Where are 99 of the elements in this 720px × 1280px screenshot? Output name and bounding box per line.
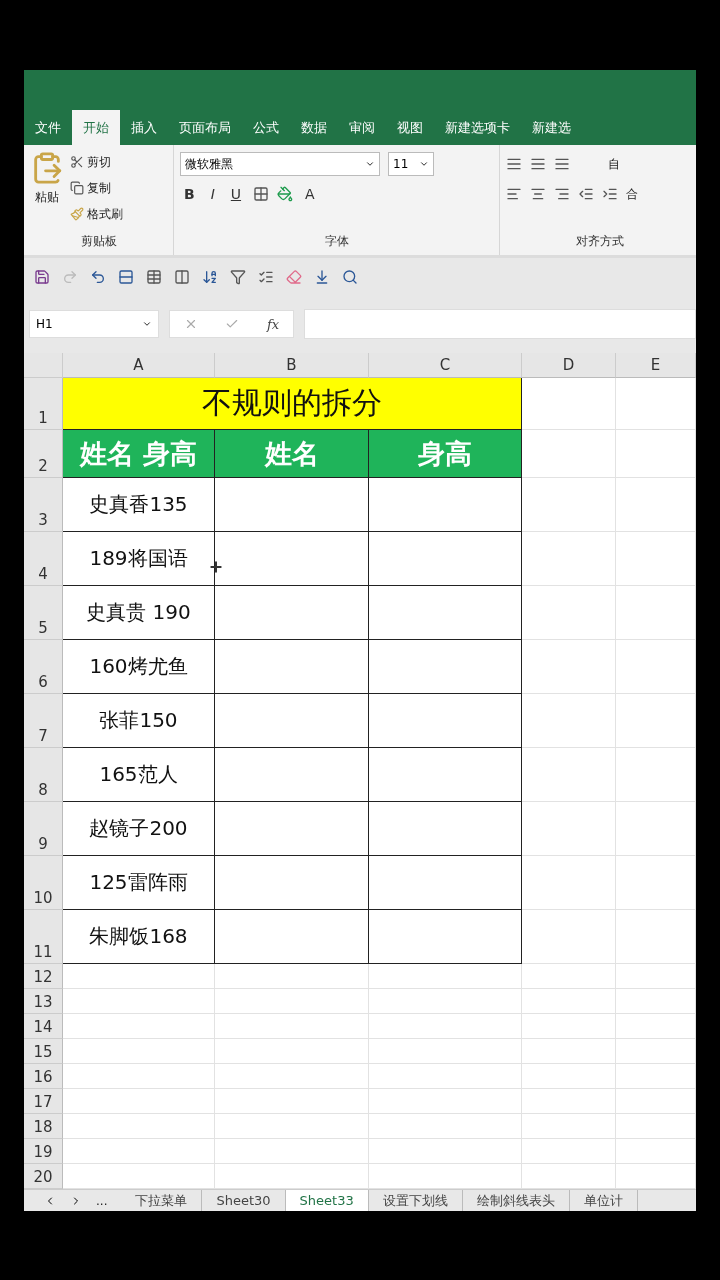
sheet-tab[interactable]: Sheet33 — [285, 1190, 369, 1211]
ribbon-tab[interactable]: 插入 — [120, 110, 168, 145]
ribbon-tab[interactable]: 数据 — [290, 110, 338, 145]
row-header[interactable]: 3 — [24, 478, 63, 532]
table-cell: 189将国语 — [63, 532, 215, 586]
dropdown-icon[interactable] — [419, 159, 429, 169]
row-header[interactable]: 8 — [24, 748, 63, 802]
row-header[interactable]: 15 — [24, 1039, 63, 1064]
sheet-tab[interactable]: 绘制斜线表头 — [462, 1190, 570, 1211]
sheet-tab[interactable]: 单位计 — [569, 1190, 638, 1211]
group-label: 剪贴板 — [79, 233, 118, 250]
column-header[interactable]: B — [215, 353, 369, 378]
header-cell: 身高 — [369, 430, 522, 478]
table-cell: 张菲150 — [63, 694, 215, 748]
row-header[interactable]: 19 — [24, 1139, 63, 1164]
row-header[interactable]: 18 — [24, 1114, 63, 1139]
row-header[interactable]: 1 — [24, 378, 63, 430]
font-size-field[interactable]: 11 — [388, 152, 434, 176]
name-box[interactable]: H1 — [29, 310, 159, 338]
formula-input[interactable] — [304, 309, 696, 339]
ribbon-tab[interactable]: 开始 — [72, 110, 120, 145]
table-icon[interactable] — [146, 268, 162, 285]
table-cell: 125雷阵雨 — [63, 856, 215, 910]
row-header[interactable]: 16 — [24, 1064, 63, 1089]
group-label: 对齐方式 — [574, 233, 625, 250]
column-header[interactable]: E — [616, 353, 696, 378]
bold-button[interactable]: B — [180, 186, 199, 202]
ribbon-tab[interactable]: 公式 — [242, 110, 290, 145]
middle-align-icon[interactable] — [530, 156, 546, 172]
italic-button[interactable]: I — [206, 186, 219, 202]
column-header[interactable]: C — [369, 353, 522, 378]
ribbon-tab[interactable]: 新建选项卡 — [434, 110, 521, 145]
group-label: 字体 — [323, 233, 350, 250]
paste-button[interactable]: 粘贴 — [35, 189, 59, 206]
row-header[interactable]: 2 — [24, 430, 63, 478]
table-cell: 赵镜子200 — [63, 802, 215, 856]
font-name-field[interactable]: 微软雅黑 — [180, 152, 380, 176]
ribbon-tab[interactable]: 审阅 — [338, 110, 386, 145]
wrap-text-button[interactable]: 自 — [608, 155, 620, 173]
indent-increase-icon[interactable] — [602, 186, 618, 202]
insert-function-button[interactable]: fx — [267, 316, 280, 332]
row-header[interactable]: 9 — [24, 802, 63, 856]
table-cell: 朱脚饭168 — [63, 910, 215, 964]
row-header[interactable]: 17 — [24, 1089, 63, 1114]
filter-icon[interactable] — [230, 268, 246, 285]
cell-cursor-icon — [208, 559, 224, 575]
merge-button[interactable]: 合 — [626, 185, 638, 203]
cut-icon[interactable] — [70, 155, 84, 169]
copy-button[interactable]: 复制 — [87, 179, 111, 197]
format-painter-button[interactable]: 格式刷 — [87, 205, 123, 223]
search-icon[interactable] — [342, 268, 358, 285]
table-cell: 史真香135 — [63, 478, 215, 532]
sheet-tab[interactable]: 下拉菜单 — [121, 1190, 203, 1211]
row-header[interactable]: 13 — [24, 989, 63, 1014]
row-header[interactable]: 12 — [24, 964, 63, 989]
table-cell: 165范人 — [63, 748, 215, 802]
align-right-icon[interactable] — [554, 186, 570, 202]
sheet-tab[interactable]: 设置下划线 — [368, 1190, 463, 1211]
dropdown-icon[interactable] — [365, 159, 375, 169]
copy-icon[interactable] — [70, 181, 84, 195]
download-icon[interactable] — [314, 268, 330, 285]
eraser-icon[interactable] — [286, 268, 302, 285]
undo-icon[interactable] — [90, 268, 106, 285]
row-header[interactable]: 11 — [24, 910, 63, 964]
row-header[interactable]: 6 — [24, 640, 63, 694]
more-sheets-button[interactable]: ... — [96, 1193, 108, 1208]
row-header[interactable]: 4 — [24, 532, 63, 586]
title-cell: 不规则的拆分 — [63, 378, 522, 430]
font-color-button[interactable]: A — [301, 186, 319, 202]
sheet-tab[interactable]: Sheet30 — [202, 1190, 286, 1211]
ribbon-tab[interactable]: 视图 — [386, 110, 434, 145]
save-icon[interactable] — [34, 268, 50, 285]
columns-icon[interactable] — [174, 268, 190, 285]
align-left-icon[interactable] — [506, 186, 522, 202]
column-header[interactable]: A — [63, 353, 215, 378]
border-icon[interactable] — [253, 186, 270, 202]
indent-decrease-icon[interactable] — [578, 186, 594, 202]
fill-color-icon[interactable] — [277, 186, 294, 202]
top-align-icon[interactable] — [506, 156, 522, 172]
underline-button[interactable]: U — [226, 186, 246, 202]
header-cell: 姓名 — [215, 430, 369, 478]
row-header[interactable]: 10 — [24, 856, 63, 910]
row-header[interactable]: 20 — [24, 1164, 63, 1189]
ribbon-tab[interactable]: 新建选 — [521, 110, 582, 145]
align-center-icon[interactable] — [530, 186, 546, 202]
row-header[interactable]: 7 — [24, 694, 63, 748]
row-header[interactable]: 5 — [24, 586, 63, 640]
table-cell: 史真贵 190 — [63, 586, 215, 640]
header-cell: 姓名 身高 — [63, 430, 215, 478]
dropdown-icon[interactable] — [142, 319, 152, 329]
table-cell: 160烤尤鱼 — [63, 640, 215, 694]
ribbon-tab[interactable]: 页面布局 — [168, 110, 242, 145]
bottom-align-icon[interactable] — [554, 156, 570, 172]
cut-button[interactable]: 剪切 — [87, 153, 111, 171]
rows-icon[interactable] — [118, 268, 134, 285]
row-header[interactable]: 14 — [24, 1014, 63, 1039]
sort-icon[interactable] — [202, 268, 218, 285]
ribbon-tab[interactable]: 文件 — [24, 110, 72, 145]
column-header[interactable]: D — [522, 353, 616, 378]
